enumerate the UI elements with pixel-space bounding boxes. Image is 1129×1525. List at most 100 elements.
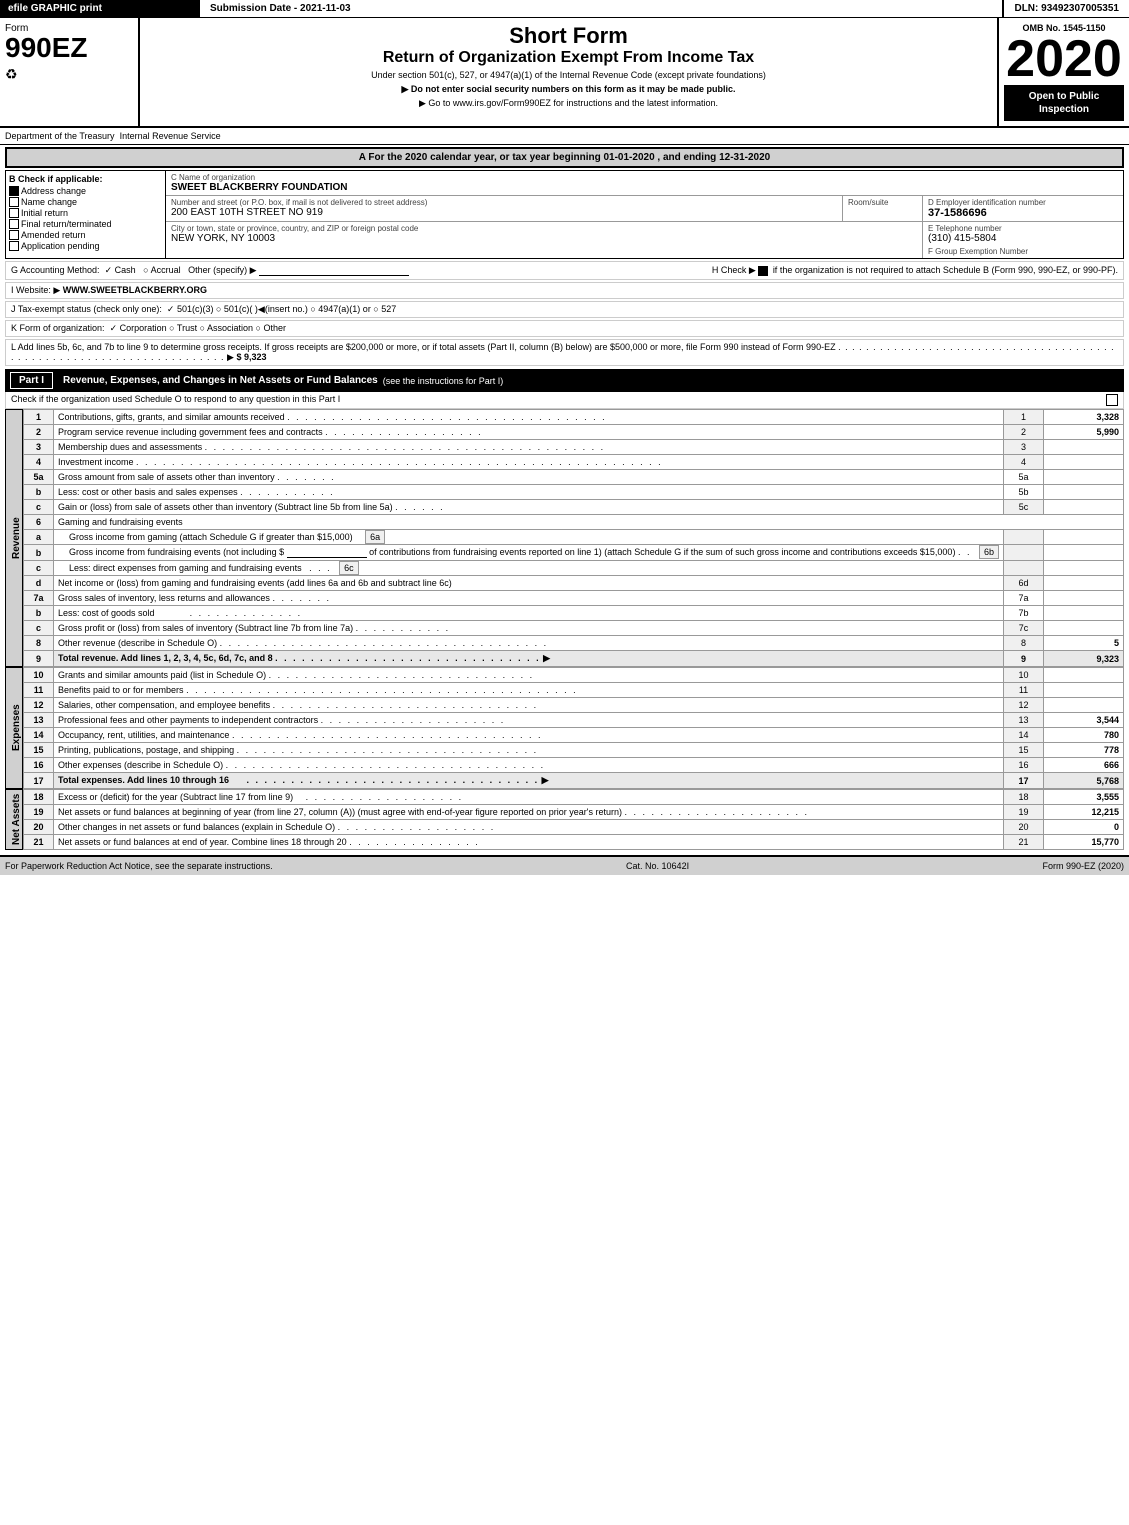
add-lines-section: L Add lines 5b, 6c, and 7b to line 9 to … (5, 339, 1124, 366)
amended-return-checkbox[interactable] (9, 230, 19, 240)
row-amount-8: 5 (1044, 636, 1124, 651)
row-amount-6d (1044, 576, 1124, 591)
row-amount-9: 9,323 (1044, 651, 1124, 667)
irs-link: ▶ Go to www.irs.gov/Form990EZ for instru… (150, 98, 987, 109)
page: efile GRAPHIC print Submission Date - 20… (0, 0, 1129, 1525)
row-lineref-19: 19 (1004, 805, 1044, 820)
row-lineref-2: 2 (1004, 425, 1044, 440)
row-amount-5a (1044, 470, 1124, 485)
table-row: a Gross income from gaming (attach Sched… (24, 530, 1124, 545)
tax-exempt-section: J Tax-exempt status (check only one): ✓ … (5, 301, 1124, 318)
row-amount-11 (1044, 683, 1124, 698)
row-desc-2: Program service revenue including govern… (54, 425, 1004, 440)
row-lineref-6b (1004, 545, 1044, 561)
row-desc-4: Investment income . . . . . . . . . . . … (54, 455, 1004, 470)
table-row: 3 Membership dues and assessments . . . … (24, 440, 1124, 455)
row-desc-17: Total expenses. Add lines 10 through 16 … (54, 773, 1004, 789)
row-amount-3 (1044, 440, 1124, 455)
check-name-change: Name change (9, 197, 162, 207)
table-row: 20 Other changes in net assets or fund b… (24, 820, 1124, 835)
check-address-change: Address change (9, 186, 162, 196)
row-desc-1: Contributions, gifts, grants, and simila… (54, 410, 1004, 425)
h-checkbox[interactable] (758, 266, 768, 276)
short-form-title: Short Form (150, 23, 987, 49)
org-phone-value: (310) 415-5804 (928, 233, 1118, 244)
row-amount-13: 3,544 (1044, 713, 1124, 728)
row-num-18: 18 (24, 790, 54, 805)
name-change-checkbox[interactable] (9, 197, 19, 207)
check-items: B Check if applicable: Address change Na… (6, 171, 166, 258)
part1-title: Revenue, Expenses, and Changes in Net As… (63, 375, 378, 386)
row-desc-10: Grants and similar amounts paid (list in… (54, 668, 1004, 683)
row-amount-1: 3,328 (1044, 410, 1124, 425)
row-desc-19: Net assets or fund balances at beginning… (54, 805, 1004, 820)
row-desc-6: Gaming and fundraising events (54, 515, 1124, 530)
row-desc-7c: Gross profit or (loss) from sales of inv… (54, 621, 1004, 636)
check-amended-return: Amended return (9, 230, 162, 240)
no-ssn-notice: ▶ Do not enter social security numbers o… (150, 84, 987, 95)
org-name-row: C Name of organization SWEET BLACKBERRY … (166, 171, 1123, 196)
schedule-o-text: Check if the organization used Schedule … (11, 394, 340, 406)
row-desc-15: Printing, publications, postage, and shi… (54, 743, 1004, 758)
org-room-cell: Room/suite (843, 196, 923, 221)
row-num-13: 13 (24, 713, 54, 728)
row-lineref-17: 17 (1004, 773, 1044, 789)
tax-year: 2020 (1006, 33, 1122, 85)
row-amount-16: 666 (1044, 758, 1124, 773)
schedule-o-checkbox[interactable] (1106, 394, 1118, 406)
org-details: C Name of organization SWEET BLACKBERRY … (166, 171, 1123, 258)
website-label: I Website: ▶ (11, 285, 60, 295)
accounting-right: H Check ▶ if the organization is not req… (712, 265, 1118, 276)
row-amount-5b (1044, 485, 1124, 500)
row-desc-5c: Gain or (loss) from sale of assets other… (54, 500, 1004, 515)
row-num-6a: a (24, 530, 54, 545)
tax-year-row: A For the 2020 calendar year, or tax yea… (5, 147, 1124, 168)
row-num-4: 4 (24, 455, 54, 470)
accounting-left: G Accounting Method: ✓ Cash ○ Accrual Ot… (11, 265, 712, 276)
table-row: 13 Professional fees and other payments … (24, 713, 1124, 728)
table-row: 15 Printing, publications, postage, and … (24, 743, 1124, 758)
row-lineref-20: 20 (1004, 820, 1044, 835)
org-ein-value: 37-1586696 (928, 207, 1118, 219)
footer: For Paperwork Reduction Act Notice, see … (0, 855, 1129, 875)
table-row: d Net income or (loss) from gaming and f… (24, 576, 1124, 591)
row-num-5b: b (24, 485, 54, 500)
row-lineref-5c: 5c (1004, 500, 1044, 515)
table-row: 6 Gaming and fundraising events (24, 515, 1124, 530)
row-lineref-18: 18 (1004, 790, 1044, 805)
address-change-checkbox[interactable] (9, 186, 19, 196)
row-amount-7a (1044, 591, 1124, 606)
row-desc-16: Other expenses (describe in Schedule O) … (54, 758, 1004, 773)
org-group-label: F Group Exemption Number (928, 247, 1118, 256)
row-num-8: 8 (24, 636, 54, 651)
table-row: 11 Benefits paid to or for members . . .… (24, 683, 1124, 698)
application-pending-checkbox[interactable] (9, 241, 19, 251)
acct-label: G Accounting Method: (11, 265, 100, 275)
year-section: OMB No. 1545-1150 2020 Open to Public In… (999, 18, 1129, 126)
table-row-total-expenses: 17 Total expenses. Add lines 10 through … (24, 773, 1124, 789)
row-desc-13: Professional fees and other payments to … (54, 713, 1004, 728)
org-ein-label: D Employer identification number (928, 198, 1118, 207)
schedule-o-check: Check if the organization used Schedule … (5, 392, 1124, 409)
row-num-9: 9 (24, 651, 54, 667)
org-city-label: City or town, state or province, country… (171, 224, 917, 233)
add-lines-arrow: ▶ (227, 352, 234, 362)
row-num-21: 21 (24, 835, 54, 850)
final-return-checkbox[interactable] (9, 219, 19, 229)
row-num-6d: d (24, 576, 54, 591)
row-desc-7b: Less: cost of goods sold . . . . . . . .… (54, 606, 1004, 621)
row-desc-6c: Less: direct expenses from gaming and fu… (54, 561, 1004, 576)
row-num-11: 11 (24, 683, 54, 698)
revenue-wrapper: Revenue 1 Contributions, gifts, grants, … (5, 409, 1124, 667)
row-num-6: 6 (24, 515, 54, 530)
initial-return-checkbox[interactable] (9, 208, 19, 218)
table-row: c Less: direct expenses from gaming and … (24, 561, 1124, 576)
form-number: 990EZ (5, 34, 133, 62)
org-phone-cell: E Telephone number (310) 415-5804 F Grou… (923, 222, 1123, 258)
acct-accrual: ○ Accrual (143, 265, 180, 275)
row-desc-9: Total revenue. Add lines 1, 2, 3, 4, 5c,… (54, 651, 1004, 667)
table-row: 19 Net assets or fund balances at beginn… (24, 805, 1124, 820)
check-initial-return: Initial return (9, 208, 162, 218)
row-num-16: 16 (24, 758, 54, 773)
row-num-1: 1 (24, 410, 54, 425)
